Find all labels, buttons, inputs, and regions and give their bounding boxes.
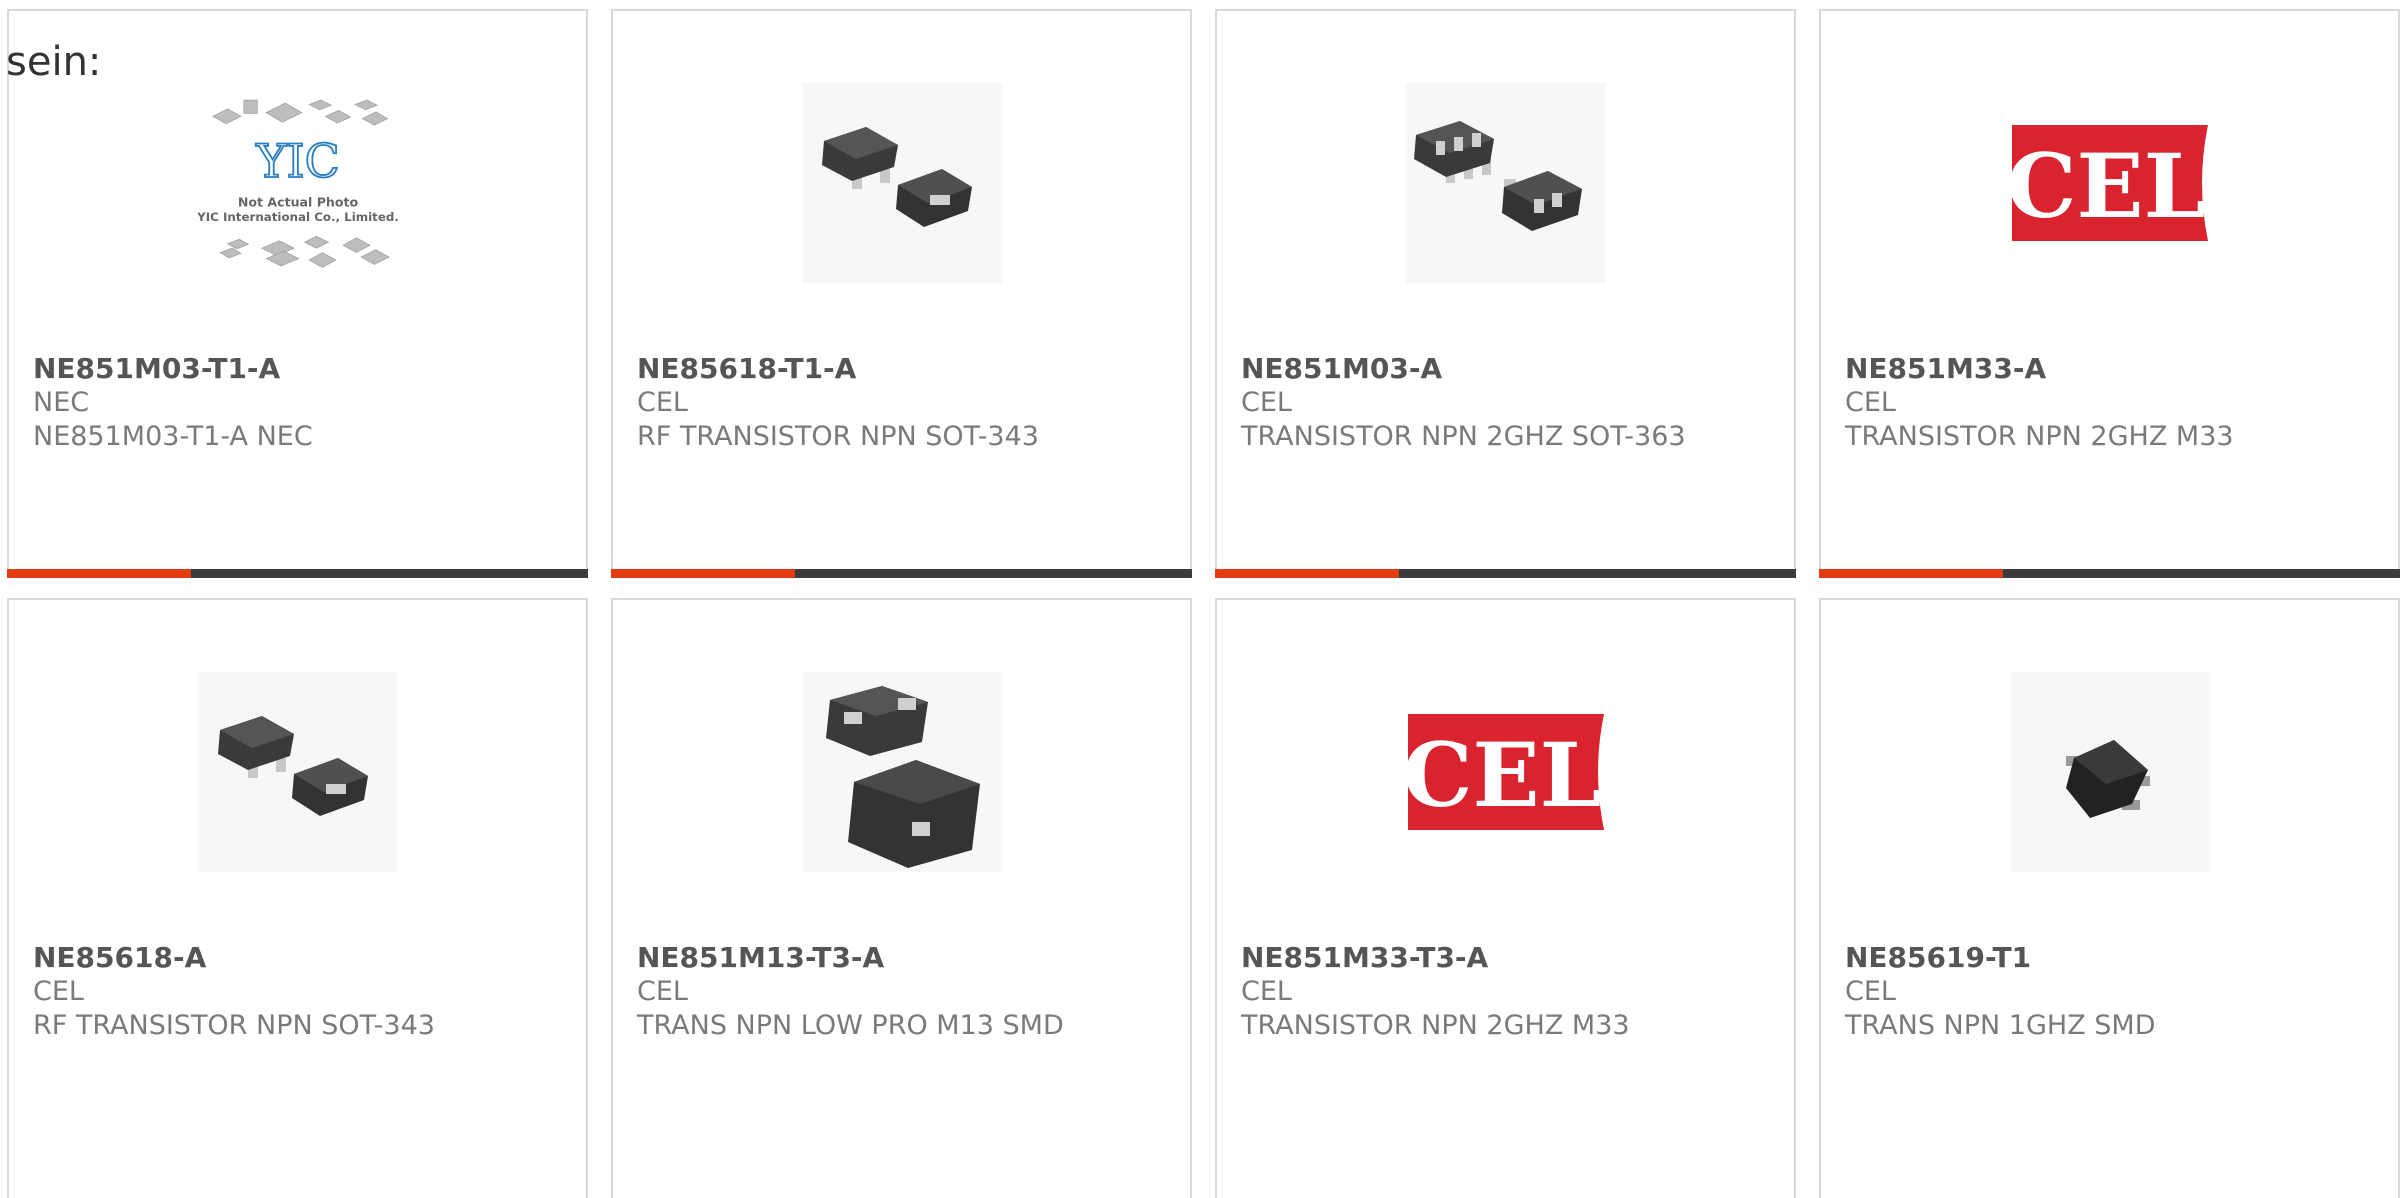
- manufacturer: CEL: [637, 976, 688, 1007]
- product-info: NE85618-T1-A CEL RF TRANSISTOR NPN SOT-3…: [637, 352, 1178, 454]
- product-info: NE851M03-T1-A NEC NE851M03-T1-A NEC: [33, 352, 574, 454]
- part-number[interactable]: NE851M03-T1-A: [33, 352, 574, 386]
- cel-logo-text: CEL: [2010, 134, 2206, 238]
- product-card[interactable]: NE85619-T1 CEL TRANS NPN 1GHZ SMD: [1819, 598, 2400, 1198]
- sot363-chip-icon: [1406, 83, 1606, 283]
- card-bottom-bar: [1215, 569, 1796, 578]
- card-accent-bar: [1819, 569, 2003, 578]
- part-number[interactable]: NE85619-T1: [1845, 941, 2386, 975]
- description: RF TRANSISTOR NPN SOT-343: [637, 421, 1039, 452]
- card-accent-bar: [7, 569, 191, 578]
- sot343-chip-icon: [802, 83, 1002, 283]
- manufacturer: CEL: [1241, 976, 1292, 1007]
- manufacturer: CEL: [1845, 387, 1896, 418]
- product-thumbnail[interactable]: [2010, 672, 2210, 872]
- part-number[interactable]: NE85618-T1-A: [637, 352, 1178, 386]
- product-card[interactable]: CEL NE851M33-A CEL TRANSISTOR NPN 2GHZ M…: [1819, 9, 2400, 578]
- product-info: NE851M33-A CEL TRANSISTOR NPN 2GHZ M33: [1845, 352, 2386, 454]
- product-grid: YIC Not Actual Photo YIC International C…: [0, 0, 2400, 1198]
- sot-chip-icon: [2010, 672, 2210, 872]
- card-bottom-bar: [1819, 569, 2400, 578]
- manufacturer: CEL: [637, 387, 688, 418]
- cel-logo-text: CEL: [1406, 723, 1602, 827]
- product-thumbnail[interactable]: [802, 672, 1002, 872]
- product-thumbnail[interactable]: YIC Not Actual Photo YIC International C…: [198, 83, 398, 283]
- product-info: NE851M03-A CEL TRANSISTOR NPN 2GHZ SOT-3…: [1241, 352, 1782, 454]
- lead-text: sein:: [6, 39, 102, 85]
- manufacturer: CEL: [33, 976, 84, 1007]
- manufacturer: CEL: [1241, 387, 1292, 418]
- description: RF TRANSISTOR NPN SOT-343: [33, 1010, 435, 1041]
- cel-logo: CEL: [1406, 714, 1604, 830]
- cel-logo: CEL: [2010, 125, 2208, 241]
- product-thumbnail[interactable]: [1406, 83, 1606, 283]
- product-card[interactable]: NE851M03-A CEL TRANSISTOR NPN 2GHZ SOT-3…: [1215, 9, 1796, 578]
- card-bottom-bar: [7, 569, 588, 578]
- description: TRANS NPN LOW PRO M13 SMD: [637, 1010, 1064, 1041]
- product-card[interactable]: NE851M13-T3-A CEL TRANS NPN LOW PRO M13 …: [611, 598, 1192, 1198]
- product-info: NE85618-A CEL RF TRANSISTOR NPN SOT-343: [33, 941, 574, 1043]
- product-info: NE851M13-T3-A CEL TRANS NPN LOW PRO M13 …: [637, 941, 1178, 1043]
- part-number[interactable]: NE85618-A: [33, 941, 574, 975]
- part-number[interactable]: NE851M33-A: [1845, 352, 2386, 386]
- product-card[interactable]: YIC Not Actual Photo YIC International C…: [7, 9, 588, 578]
- part-number[interactable]: NE851M13-T3-A: [637, 941, 1178, 975]
- product-thumbnail[interactable]: CEL: [1406, 672, 1606, 872]
- card-accent-bar: [611, 569, 795, 578]
- product-thumbnail[interactable]: CEL: [2010, 83, 2210, 283]
- product-info: NE851M33-T3-A CEL TRANSISTOR NPN 2GHZ M3…: [1241, 941, 1782, 1043]
- card-accent-bar: [1215, 569, 1399, 578]
- manufacturer: CEL: [1845, 976, 1896, 1007]
- description: TRANS NPN 1GHZ SMD: [1845, 1010, 2156, 1041]
- product-info: NE85619-T1 CEL TRANS NPN 1GHZ SMD: [1845, 941, 2386, 1043]
- placeholder-caption-line1: Not Actual Photo: [238, 195, 359, 210]
- yic-placeholder-image: YIC Not Actual Photo YIC International C…: [198, 99, 398, 268]
- description: TRANSISTOR NPN 2GHZ M33: [1241, 1010, 1630, 1041]
- product-card[interactable]: CEL NE851M33-T3-A CEL TRANSISTOR NPN 2GH…: [1215, 598, 1796, 1198]
- sot343-chip-icon: [198, 672, 398, 872]
- yic-logo: YIC: [255, 134, 340, 188]
- placeholder-caption-line2: YIC International Co., Limited.: [198, 210, 398, 224]
- description: TRANSISTOR NPN 2GHZ M33: [1845, 421, 2234, 452]
- card-bottom-bar: [611, 569, 1192, 578]
- product-card[interactable]: NE85618-T1-A CEL RF TRANSISTOR NPN SOT-3…: [611, 9, 1192, 578]
- part-number[interactable]: NE851M03-A: [1241, 352, 1782, 386]
- part-number[interactable]: NE851M33-T3-A: [1241, 941, 1782, 975]
- product-thumbnail[interactable]: [198, 672, 398, 872]
- manufacturer: NEC: [33, 387, 90, 418]
- description: TRANSISTOR NPN 2GHZ SOT-363: [1241, 421, 1686, 452]
- description: NE851M03-T1-A NEC: [33, 421, 313, 452]
- product-thumbnail[interactable]: [802, 83, 1002, 283]
- m13-chip-icon: [802, 672, 1002, 872]
- product-card[interactable]: NE85618-A CEL RF TRANSISTOR NPN SOT-343: [7, 598, 588, 1198]
